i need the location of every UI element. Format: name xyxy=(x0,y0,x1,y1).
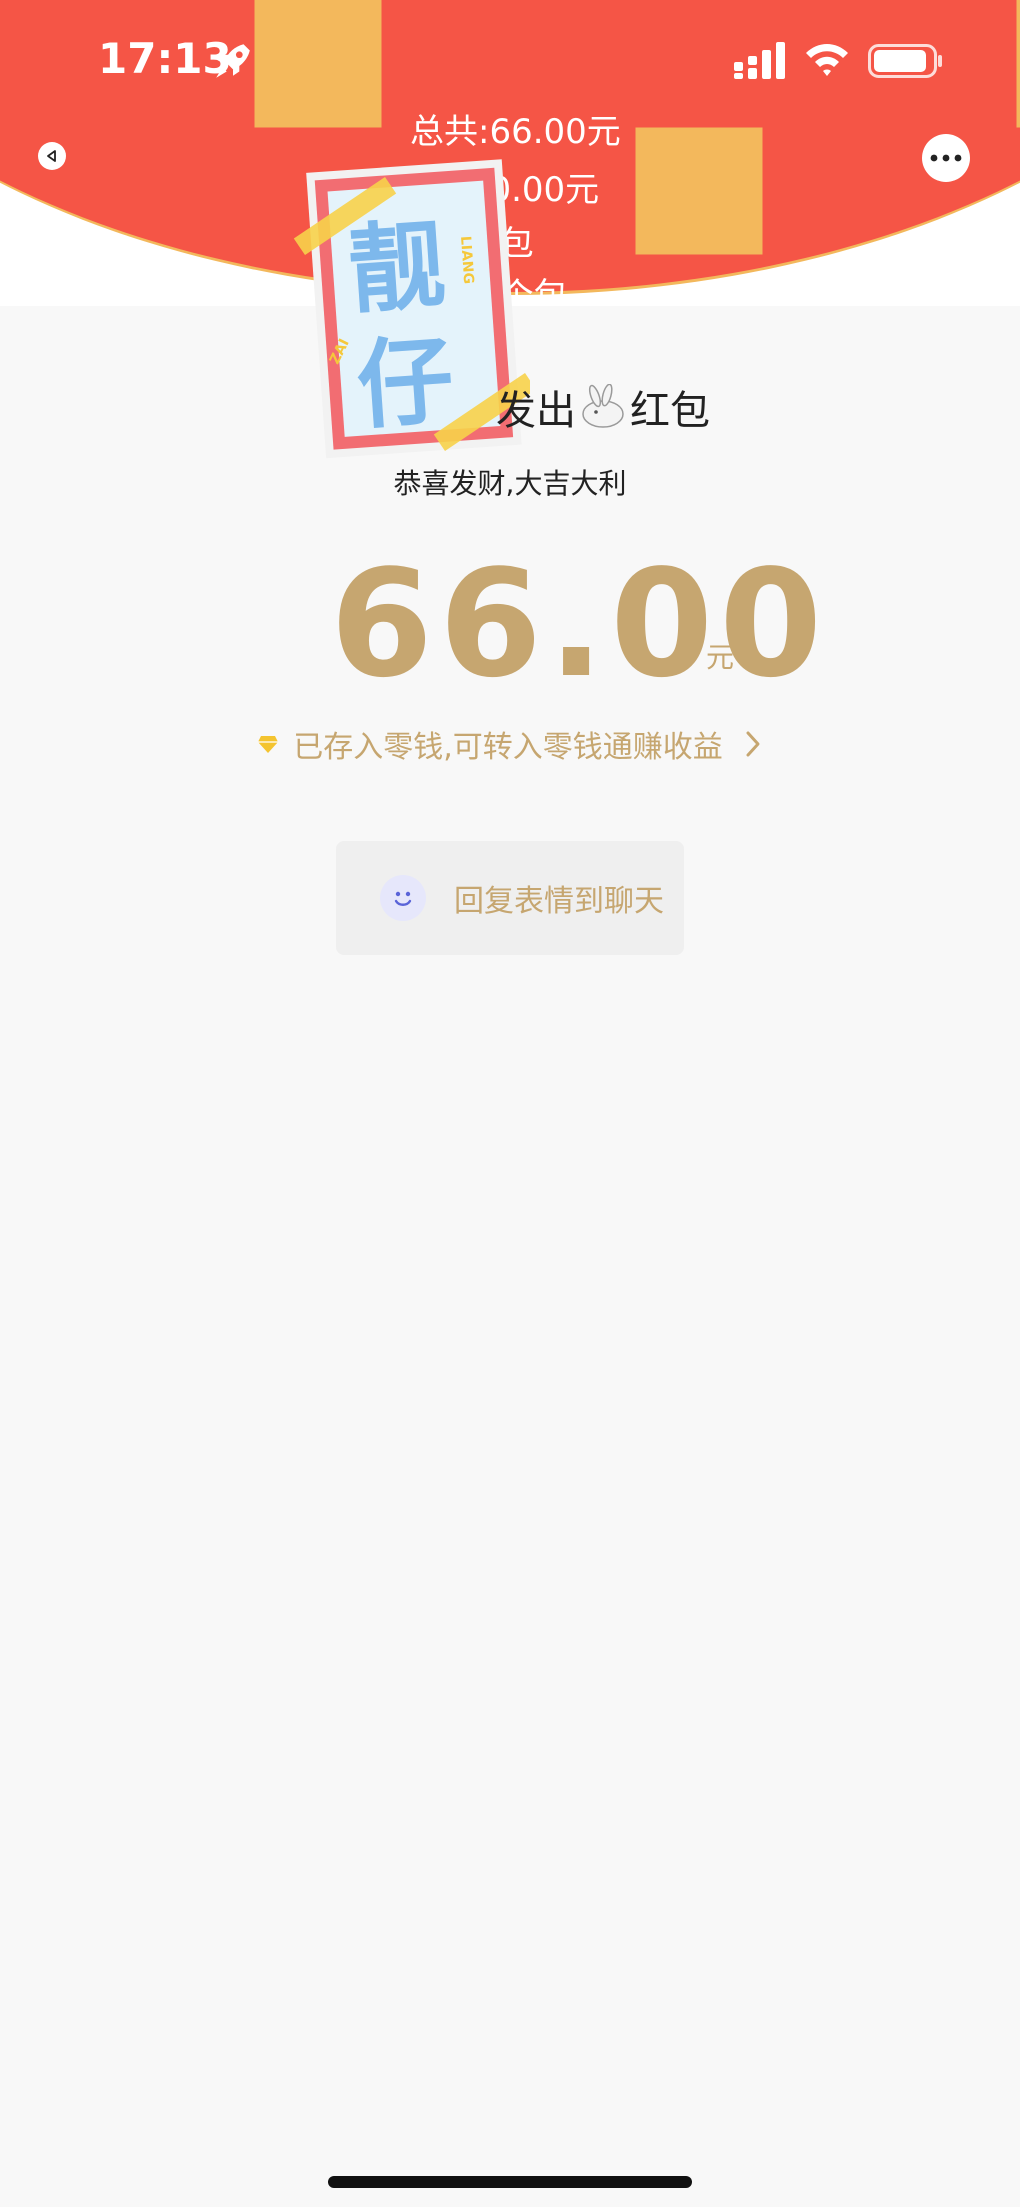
svg-text:靓: 靓 xyxy=(345,209,449,327)
wifi-icon xyxy=(806,44,848,76)
reply-button-label: 回复表情到聊天 xyxy=(454,884,664,919)
diamond-icon xyxy=(258,736,279,753)
cellular-signal-icon xyxy=(734,42,785,79)
rabbit-emoji-icon xyxy=(582,384,624,428)
received-amount: 66.00 xyxy=(330,538,829,710)
smiley-icon xyxy=(380,875,426,921)
blessing-message: 恭喜发财,大吉大利 xyxy=(393,467,627,500)
svg-text:仔: 仔 xyxy=(353,324,457,442)
wallet-notice-link[interactable]: 已存入零钱,可转入零钱通赚收益 xyxy=(0,722,1020,766)
reply-with-sticker-button[interactable]: 回复表情到聊天 xyxy=(336,841,684,955)
back-button[interactable] xyxy=(38,142,66,170)
home-indicator[interactable] xyxy=(328,2176,692,2188)
wallet-notice-text: 已存入零钱,可转入零钱通赚收益 xyxy=(293,730,723,765)
sender-line: 发出 红包 xyxy=(496,378,710,436)
rocket-icon xyxy=(216,44,250,78)
more-button[interactable] xyxy=(922,134,970,182)
amount-unit: 元 xyxy=(706,641,735,674)
sender-suffix: 红包 xyxy=(630,388,710,434)
status-bar: 17:13 xyxy=(0,0,1020,120)
battery-icon xyxy=(868,44,942,78)
back-triangle-icon xyxy=(47,150,56,162)
more-dots-icon xyxy=(930,154,962,162)
liangzai-avatar-sticker: 靓 仔 LIANG ZAI xyxy=(293,159,530,459)
svg-text:LIANG: LIANG xyxy=(457,235,476,284)
chevron-right-icon xyxy=(746,731,760,757)
sender-prefix: 发出 xyxy=(496,388,576,434)
